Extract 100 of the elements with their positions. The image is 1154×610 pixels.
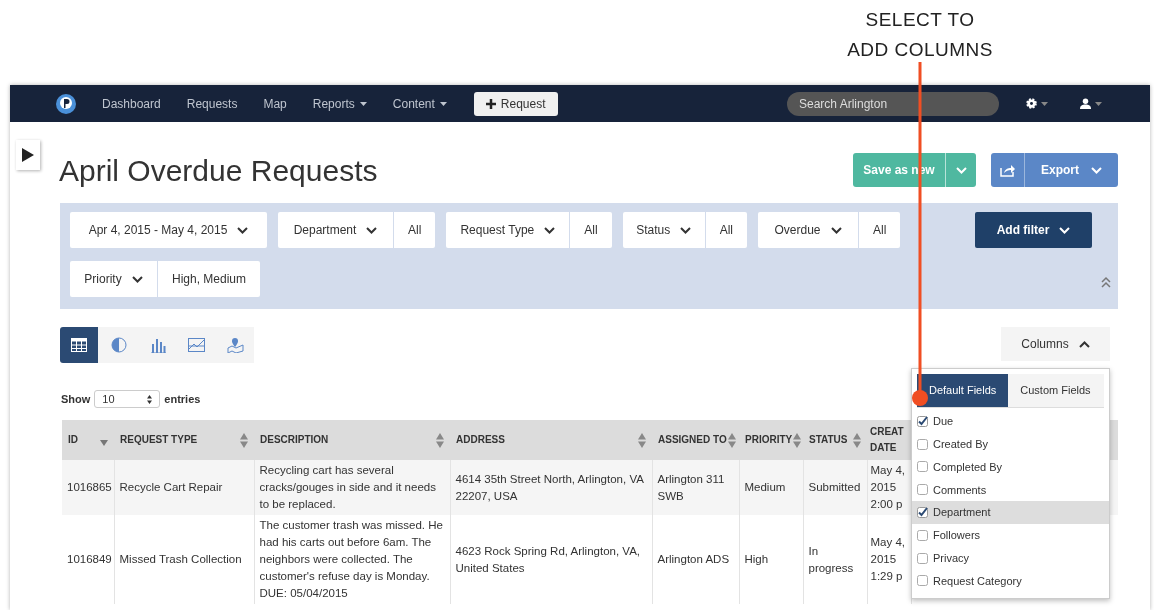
chevron-down-icon — [131, 275, 143, 283]
callout-label: SELECT TO ADD COLUMNS — [846, 8, 994, 62]
save-options-button[interactable] — [945, 153, 976, 187]
filter-dropdown[interactable]: Request Type — [446, 212, 570, 248]
stepper-icon — [147, 394, 153, 404]
column-header[interactable]: STATUS — [809, 432, 848, 448]
checkbox-checked-icon[interactable] — [917, 507, 928, 519]
chevron-up-icon — [1078, 340, 1090, 348]
checkbox[interactable] — [917, 575, 928, 587]
field-option[interactable]: Due — [912, 410, 1109, 433]
checkbox[interactable] — [917, 484, 928, 496]
nav-link[interactable]: Map — [250, 94, 300, 113]
filter-dropdown[interactable]: Overdue — [758, 212, 859, 248]
view-tab[interactable] — [60, 327, 98, 363]
filter-value: All — [569, 212, 612, 248]
column-header[interactable]: REQUEST TYPE — [120, 432, 198, 448]
checkbox[interactable] — [917, 529, 928, 541]
page-title: April Overdue Requests — [59, 152, 378, 189]
chevron-down-icon — [1091, 166, 1102, 174]
date-range-filter[interactable]: Apr 4, 2015 - May 4, 2015 — [70, 212, 267, 248]
field-option[interactable]: Followers — [912, 524, 1109, 547]
share-icon — [999, 163, 1016, 177]
filter-value: All — [858, 212, 901, 248]
user-icon — [1080, 98, 1091, 109]
column-header[interactable]: ID — [68, 432, 78, 448]
chevron-down-icon — [955, 166, 967, 174]
table-cell-text: 4623 Rock Spring Rd, Arlington, VA, United States — [455, 544, 641, 574]
nav-link[interactable]: Dashboard — [89, 94, 174, 113]
chevron-down-icon — [544, 226, 556, 234]
filter-value: All — [704, 212, 748, 248]
plus-icon — [485, 98, 496, 109]
filter-dropdown[interactable]: Department — [278, 212, 393, 248]
entries-select[interactable]: 10 — [94, 390, 161, 408]
columns-button[interactable]: Columns — [1001, 327, 1110, 361]
table-cell-text: Submitted — [808, 481, 861, 493]
double-chevron-up-icon — [1101, 275, 1111, 289]
menu-tab[interactable]: Custom Fields — [1008, 374, 1103, 407]
checkbox[interactable] — [917, 438, 928, 450]
column-header[interactable]: DESCRIPTION — [260, 432, 329, 448]
share-button[interactable] — [991, 153, 1024, 187]
checkbox[interactable] — [917, 461, 928, 473]
table-cell-text: May 4, 2015 1:29 p — [870, 536, 905, 582]
table-cell-text: Missed Trash Collection — [119, 553, 242, 565]
entries-label: entries — [164, 391, 201, 407]
chevron-down-icon — [680, 226, 692, 234]
table-cell-text: 1016865 — [67, 481, 112, 493]
nav-link[interactable]: Content — [379, 94, 460, 113]
filter-value: All — [393, 212, 436, 248]
play-icon — [22, 148, 34, 162]
table-cell-text: High — [744, 553, 769, 565]
map-pin-icon — [227, 337, 244, 353]
field-option[interactable]: Privacy — [912, 546, 1109, 570]
chevron-down-icon — [366, 226, 378, 234]
table-cell-text: The customer trash was missed. He had his carts out before 6am. The neighbors were collected. The customer's refuse day is Monday. DUE: 05/04/2015 — [259, 519, 443, 599]
chevron-down-icon — [1059, 226, 1071, 234]
table-cell-text: Recycle Cart Repair — [119, 481, 223, 493]
caret-icon — [1095, 101, 1102, 106]
table-cell-text: 4614 35th Street North, Arlington, VA 22207, USA — [455, 472, 644, 502]
column-header[interactable]: ADDRESS — [456, 432, 505, 448]
filter-dropdown[interactable]: Status — [622, 212, 705, 248]
collapse-button[interactable] — [1101, 275, 1111, 289]
field-option[interactable]: Comments — [912, 478, 1109, 502]
chevron-down-icon — [830, 226, 842, 234]
user-menu[interactable] — [1080, 98, 1102, 109]
caret-icon — [1041, 101, 1048, 106]
line-chart-icon — [188, 338, 205, 352]
filter-dropdown[interactable]: Priority — [70, 261, 157, 297]
table-cell-text: Arlington ADS — [657, 553, 730, 565]
field-option[interactable]: Department — [912, 501, 1109, 524]
new-request-button[interactable]: Request — [473, 91, 558, 116]
search-field[interactable]: Search Arlington — [787, 91, 999, 116]
table-cell-text: May 4, 2015 2:00 p — [870, 464, 905, 510]
table-cell-text: 1016849 — [67, 553, 112, 565]
table-cell-text: Recycling cart has several cracks/gouges in side and it needs to be replaced. — [259, 464, 436, 510]
table-cell-text: Arlington 311 SWB — [657, 472, 725, 502]
field-option[interactable]: Request Category — [912, 569, 1109, 593]
column-header[interactable]: PRIORITY — [745, 432, 793, 448]
table-cell-text: Medium — [744, 481, 786, 493]
logo-icon[interactable] — [55, 92, 77, 115]
sidebar-toggle[interactable] — [16, 140, 40, 170]
nav-link[interactable]: Requests — [173, 94, 251, 113]
checkbox-checked-icon[interactable] — [917, 415, 928, 427]
menu-tab[interactable]: Default Fields — [917, 374, 1009, 407]
column-header[interactable]: ASSIGNED TO — [658, 432, 727, 448]
nav-link[interactable]: Reports — [299, 94, 380, 113]
field-option[interactable]: Completed By — [912, 455, 1109, 479]
filter-value: High, Medium — [157, 261, 261, 297]
add-filter-button[interactable]: Add filter — [975, 212, 1092, 248]
field-option[interactable]: Created By — [912, 432, 1109, 456]
show-label: Show — [61, 391, 91, 407]
gear-icon — [1026, 98, 1037, 109]
pie-chart-icon — [110, 337, 127, 353]
chevron-down-icon — [237, 226, 249, 234]
checkbox[interactable] — [917, 552, 928, 564]
settings-menu[interactable] — [1026, 98, 1048, 109]
export-button[interactable]: Export — [1024, 153, 1118, 187]
bar-chart-icon — [149, 337, 166, 353]
column-header[interactable]: CREAT DATE — [870, 424, 908, 456]
table-cell-text: In progress — [808, 544, 854, 574]
table-icon — [71, 338, 87, 352]
